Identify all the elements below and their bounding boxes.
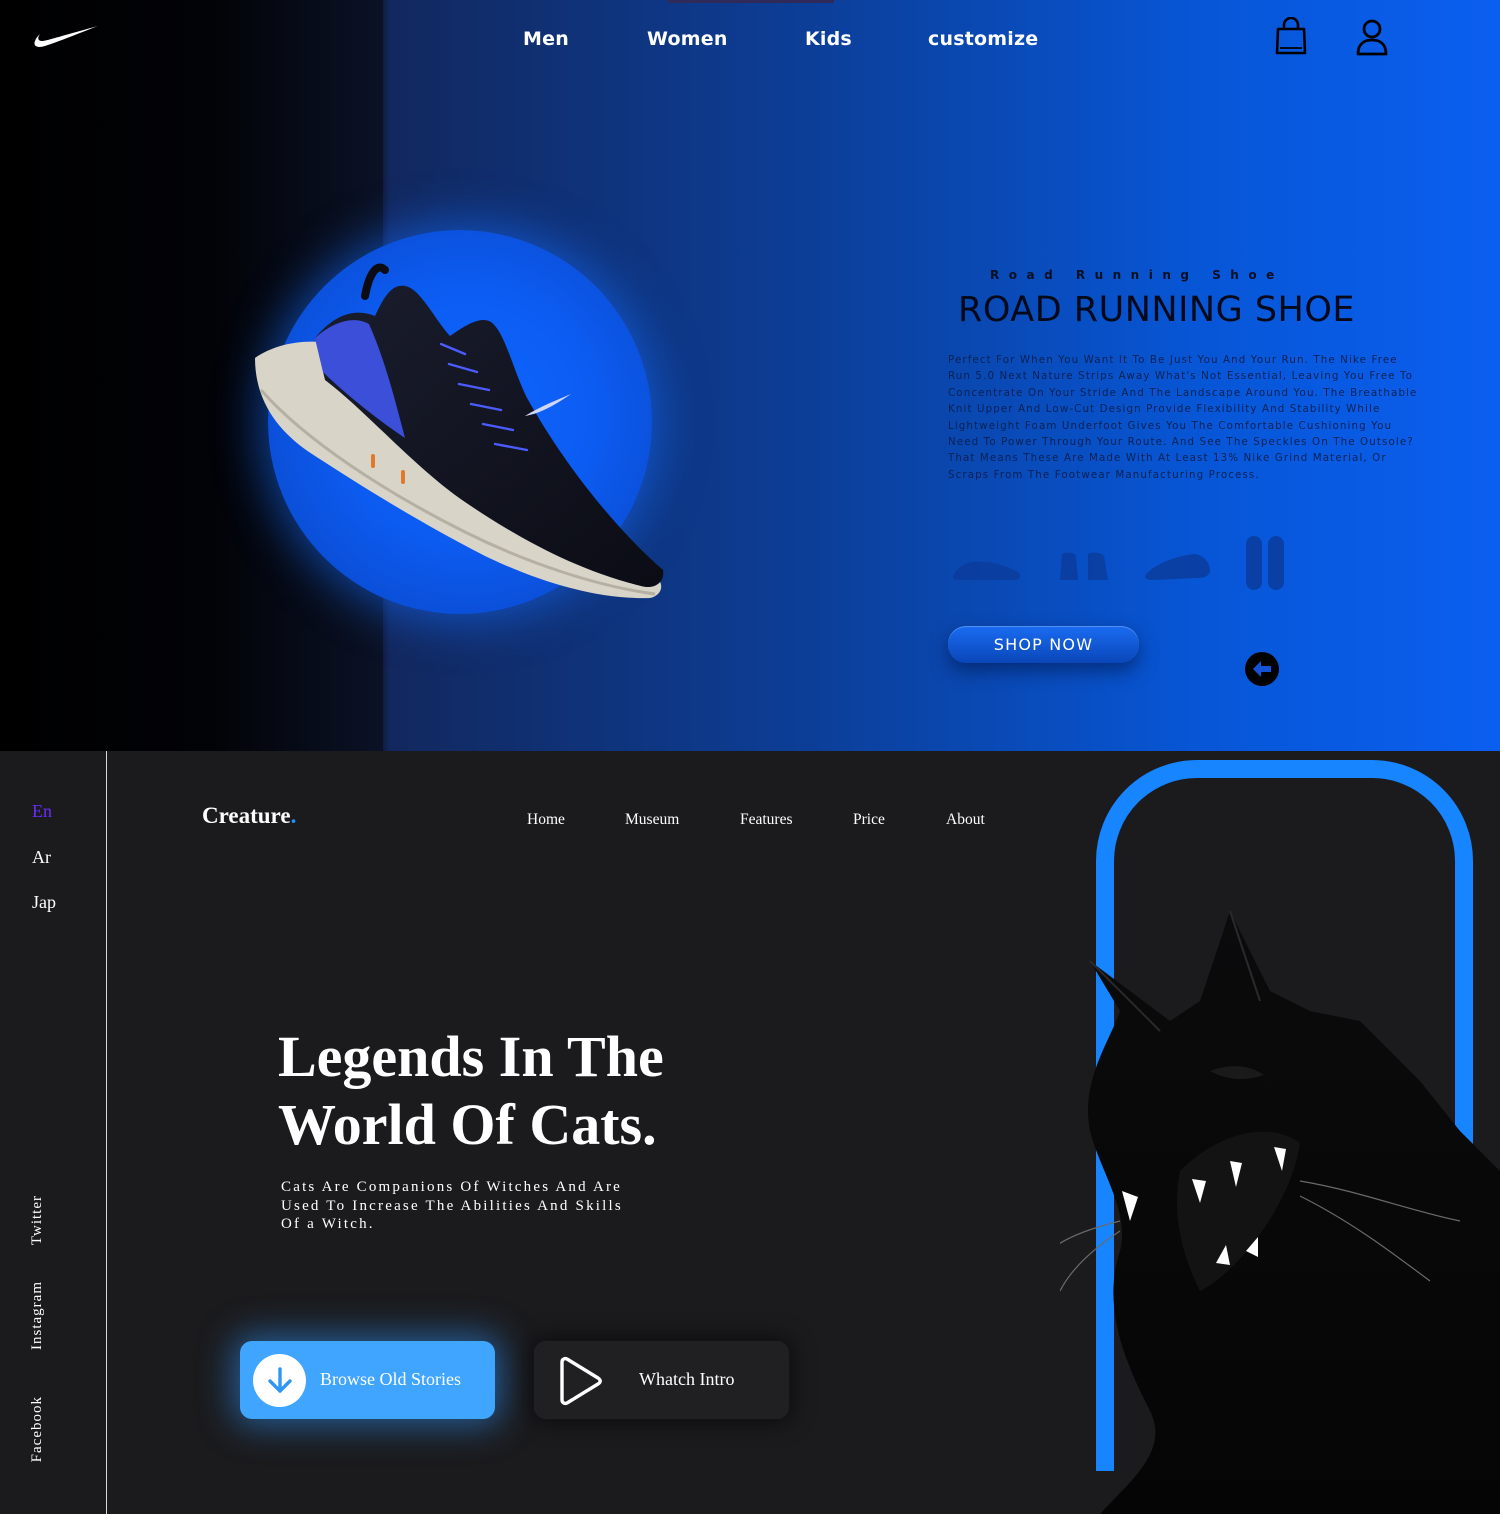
subtitle-line-3: Of a Witch.: [281, 1216, 375, 1232]
nike-hero-section: Men Women Kids customize Road Running Sh…: [0, 0, 1500, 751]
language-en[interactable]: En: [32, 801, 52, 822]
intro-label: Whatch Intro: [639, 1369, 735, 1389]
play-icon: [560, 1356, 602, 1406]
brand-dot: .: [290, 803, 297, 828]
brand-name: Creature: [202, 803, 291, 828]
nav-about[interactable]: About: [946, 811, 985, 829]
social-facebook[interactable]: Facebook: [29, 1396, 59, 1462]
nav-men[interactable]: Men: [523, 28, 569, 50]
brand-logo[interactable]: Creature.: [202, 803, 296, 829]
thumbnail-strip: [950, 532, 1300, 594]
watch-intro-button[interactable]: Whatch Intro: [534, 1341, 789, 1419]
browse-old-stories-button[interactable]: Browse Old Stories: [240, 1341, 495, 1419]
creature-hero-section: En Ar Jap Twitter Instagram Facebook Cre…: [0, 751, 1500, 1514]
user-icon[interactable]: [1352, 18, 1392, 58]
language-jap[interactable]: Jap: [32, 892, 56, 913]
nav-home[interactable]: Home: [527, 811, 565, 829]
browse-label: Browse Old Stories: [320, 1369, 461, 1389]
nav-features[interactable]: Features: [740, 811, 793, 829]
arrow-left-icon[interactable]: [1244, 651, 1280, 687]
nav-museum[interactable]: Museum: [625, 811, 679, 829]
hero-subtitle: Cats Are Companions Of Witches And Are U…: [281, 1178, 671, 1234]
product-description: Perfect For When You Want It To Be Just …: [948, 354, 1418, 481]
social-instagram[interactable]: Instagram: [29, 1281, 59, 1350]
headline-line-2: World Of Cats.: [278, 1092, 657, 1157]
thumbnail-angled-view[interactable]: [1142, 532, 1214, 594]
shop-now-button[interactable]: SHOP NOW: [948, 626, 1139, 663]
product-kicker: Road Running Shoe: [990, 268, 1284, 282]
sidebar-divider: [106, 751, 107, 1514]
thumbnail-side-view[interactable]: [950, 532, 1024, 594]
top-accent-strip: [668, 0, 834, 3]
nav-women[interactable]: Women: [647, 28, 728, 50]
subtitle-line-2: Used To Increase The Abilities And Skill…: [281, 1197, 623, 1214]
language-ar[interactable]: Ar: [32, 847, 51, 868]
running-shoe-image: [255, 263, 664, 599]
nav-customize[interactable]: customize: [928, 28, 1038, 50]
shopping-bag-icon[interactable]: [1272, 17, 1310, 57]
thumbnail-pair-view[interactable]: [1054, 532, 1114, 594]
cat-frame-illustration: [1060, 760, 1500, 1514]
headline-line-1: Legends In The: [278, 1024, 664, 1089]
subtitle-line-1: Cats Are Companions Of Witches And Are: [281, 1179, 623, 1195]
social-twitter[interactable]: Twitter: [29, 1195, 59, 1245]
thumbnail-sole-view[interactable]: [1242, 532, 1290, 594]
nav-kids[interactable]: Kids: [805, 28, 852, 50]
arrow-down-icon: [268, 1367, 292, 1393]
nav-price[interactable]: Price: [853, 811, 885, 829]
product-title: ROAD RUNNING SHOE: [958, 290, 1356, 330]
arrow-down-circle: [253, 1354, 306, 1407]
hero-headline: Legends In The World Of Cats.: [278, 1023, 798, 1159]
